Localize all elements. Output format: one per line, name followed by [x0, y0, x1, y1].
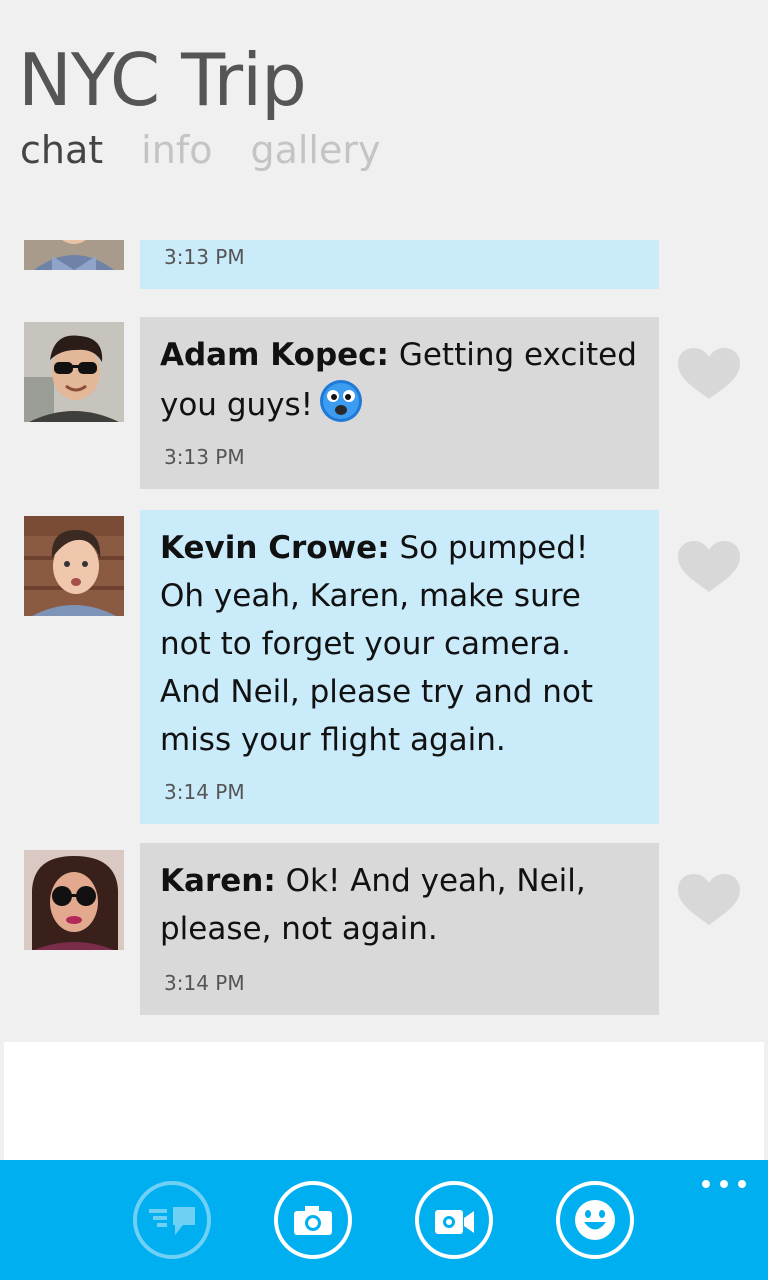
surprised-face-emoji — [320, 380, 363, 422]
message-time: 3:13 PM — [164, 445, 245, 469]
message-input[interactable] — [4, 1042, 764, 1160]
avatar[interactable] — [24, 850, 124, 950]
list-item: Adam Kopec: Getting excited you guys! 3:… — [0, 317, 768, 489]
pivot-tabs: chat info gallery — [20, 128, 380, 172]
message-time: 3:13 PM — [164, 245, 245, 269]
message-bubble[interactable]: Adam Kopec: Getting excited you guys! 3:… — [140, 317, 659, 489]
app-bar — [0, 1160, 768, 1280]
chat-list[interactable]: 3:13 PM Adam Kopec: Getting excited you … — [0, 240, 768, 1040]
camera-icon — [294, 1206, 332, 1235]
message-time: 3:14 PM — [164, 780, 245, 804]
message-sender: Karen: — [160, 863, 276, 899]
avatar[interactable] — [24, 240, 124, 270]
list-item: Kevin Crowe: So pumped! Oh yeah, Karen, … — [0, 510, 768, 824]
avatar[interactable] — [24, 516, 124, 616]
list-item: Karen: Ok! And yeah, Neil, please, not a… — [0, 843, 768, 1015]
page-title: NYC Trip — [18, 38, 307, 122]
message-sender: Kevin Crowe: — [160, 530, 390, 566]
message-bubble[interactable]: Kevin Crowe: So pumped! Oh yeah, Karen, … — [140, 510, 659, 824]
camera-button[interactable] — [274, 1181, 352, 1259]
heart-icon[interactable] — [676, 347, 742, 401]
tab-info[interactable]: info — [141, 128, 212, 172]
video-call-button[interactable] — [415, 1181, 493, 1259]
tab-chat[interactable]: chat — [20, 128, 103, 172]
message-time: 3:14 PM — [164, 971, 245, 995]
video-call-icon — [435, 1210, 474, 1234]
heart-icon[interactable] — [676, 540, 742, 594]
send-message-icon — [149, 1207, 195, 1235]
send-button[interactable] — [133, 1181, 211, 1259]
ellipsis-icon[interactable] — [700, 1176, 748, 1196]
emoticon-icon — [575, 1200, 615, 1240]
message-text: Kevin Crowe: So pumped! Oh yeah, Karen, … — [160, 524, 639, 764]
message-text: Adam Kopec: Getting excited you guys! — [160, 331, 639, 429]
message-sender: Adam Kopec: — [160, 337, 389, 373]
avatar[interactable] — [24, 322, 124, 422]
message-bubble[interactable]: Karen: Ok! And yeah, Neil, please, not a… — [140, 843, 659, 1015]
emoticon-button[interactable] — [556, 1181, 634, 1259]
message-text: Karen: Ok! And yeah, Neil, please, not a… — [160, 857, 639, 953]
list-item: 3:13 PM — [0, 240, 768, 290]
tab-gallery[interactable]: gallery — [250, 128, 380, 172]
heart-icon[interactable] — [676, 873, 742, 927]
message-bubble[interactable]: 3:13 PM — [140, 240, 659, 289]
